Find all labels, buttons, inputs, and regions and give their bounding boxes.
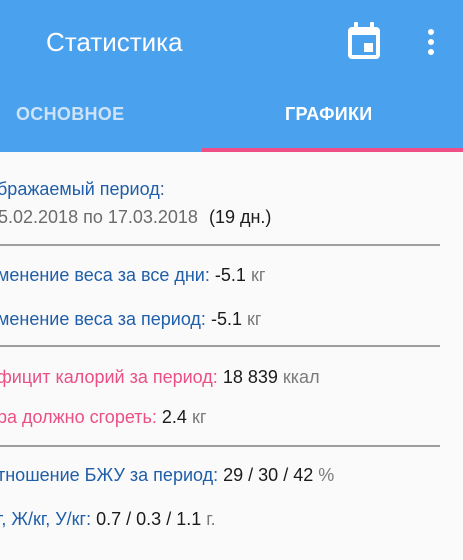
weight-period-row: менение веса за период: -5.1 кг (0, 309, 261, 330)
period-row: бражаемый период: (0, 179, 165, 200)
divider (0, 345, 440, 347)
divider (0, 244, 440, 246)
bju-unit: % (318, 465, 335, 485)
weight-period-value: -5.1 (210, 309, 242, 329)
bju-per-kg-value: 0.7 / 0.3 / 1.1 (96, 509, 202, 529)
more-options-button[interactable] (416, 24, 446, 60)
tab-charts[interactable]: ГРАФИКИ (285, 104, 373, 125)
bju-per-kg-row: г, Ж/кг, У/кг: 0.7 / 0.3 / 1.1 г. (0, 509, 216, 530)
weight-all-unit: кг (250, 265, 266, 285)
app-bar: Статистика ОСНОВНОЕ ГРАФИКИ (0, 0, 463, 152)
weight-all-value: -5.1 (214, 265, 246, 285)
calendar-button[interactable] (343, 20, 385, 62)
weight-all-label: менение веса за все дни: (0, 265, 210, 285)
period-days: (19 дн.) (208, 207, 272, 227)
fat-burn-label: ра должно сгореть: (0, 407, 157, 427)
weight-period-label: менение веса за период: (0, 309, 206, 329)
app-title: Статистика (46, 27, 183, 57)
tab-indicator (202, 148, 463, 152)
tab-main[interactable]: ОСНОВНОЕ (16, 104, 124, 125)
weight-all-row: менение веса за все дни: -5.1 кг (0, 265, 265, 286)
period-dates-row: 5.02.2018 по 17.03.2018 (19 дн.) (0, 207, 271, 228)
weight-period-unit: кг (247, 309, 262, 329)
more-vert-icon (428, 29, 434, 55)
fat-burn-value: 2.4 (161, 407, 187, 427)
bju-per-kg-label: г, Ж/кг, У/кг: (0, 509, 92, 529)
fat-burn-unit: кг (191, 407, 207, 427)
fat-burn-row: ра должно сгореть: 2.4 кг (0, 407, 206, 428)
deficit-unit: ккал (282, 367, 320, 387)
period-label: бражаемый период: (0, 179, 165, 199)
bju-label: тношение БЖУ за период: (0, 465, 219, 485)
bju-row: тношение БЖУ за период: 29 / 30 / 42 % (0, 465, 334, 486)
deficit-label: фицит калорий за период: (0, 367, 218, 387)
deficit-value: 18 839 (222, 367, 278, 387)
bju-per-kg-unit: г. (206, 509, 216, 529)
divider (0, 445, 440, 447)
bju-value: 29 / 30 / 42 (223, 465, 314, 485)
deficit-row: фицит калорий за период: 18 839 ккал (0, 367, 320, 388)
calendar-icon (348, 22, 380, 59)
period-dates: 5.02.2018 по 17.03.2018 (0, 207, 198, 227)
